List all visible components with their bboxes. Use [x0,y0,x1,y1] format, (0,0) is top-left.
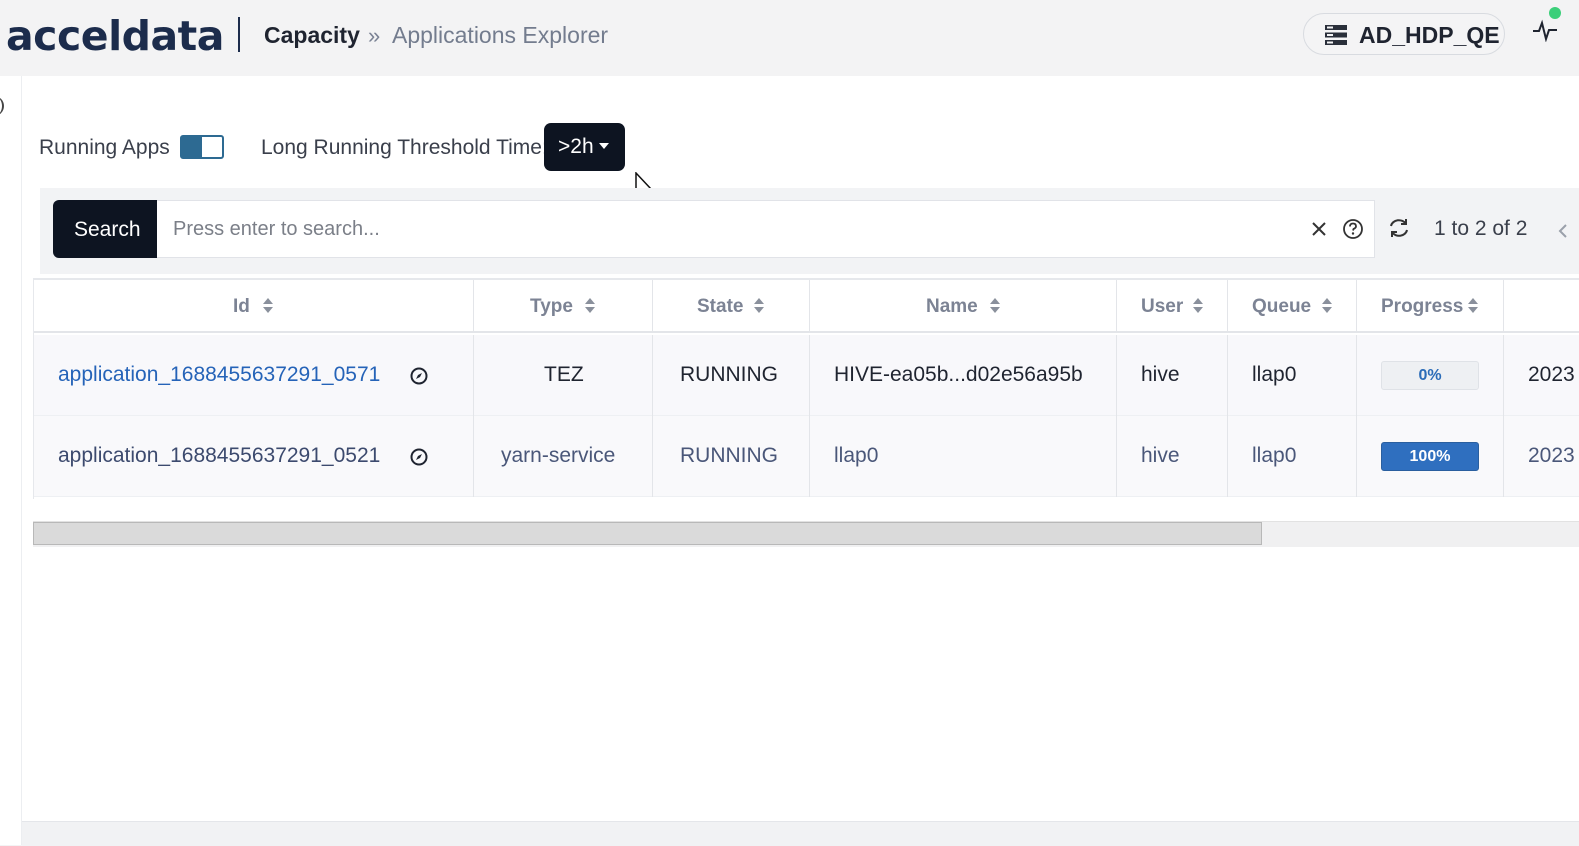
cell-progress: 0% [1357,335,1504,416]
start-time-value: 2023 [1528,363,1575,386]
sort-icon [754,298,764,314]
sort-icon [263,298,273,314]
progress-bar: 100% [1381,442,1479,471]
threshold-value: >2h [558,135,594,158]
column-header-type[interactable]: Type [474,280,653,333]
progress-label: 0% [1418,367,1442,384]
cell-queue: llap0 [1228,335,1357,416]
threshold-dropdown[interactable]: >2h [544,123,625,171]
search-input[interactable] [157,200,1375,258]
sort-icon [1193,298,1203,314]
column-header-user[interactable]: User [1117,280,1228,333]
column-label: Progress [1381,296,1464,317]
header-divider [238,17,240,52]
column-label: Name [926,296,978,317]
cell-name: llap0 [810,416,1117,497]
column-label: State [697,296,744,317]
column-header-start-time[interactable] [1504,280,1579,333]
sort-icon [1468,298,1478,314]
clear-icon[interactable] [1310,220,1328,243]
breadcrumb-capacity[interactable]: Capacity [264,22,360,49]
user-value: hive [1141,444,1180,467]
progress-bar: 0% [1381,361,1479,390]
running-apps-toggle[interactable] [180,135,224,159]
cluster-selector[interactable]: AD_HDP_QE [1303,13,1505,55]
compass-icon[interactable] [409,366,429,391]
table-row[interactable]: application_1688455637291_0521 yarn-serv… [34,416,1579,497]
cell-user: hive [1117,416,1228,497]
column-header-id[interactable]: Id [34,280,474,333]
column-label: Type [530,296,573,317]
running-apps-label: Running Apps [39,136,170,159]
sort-icon [990,298,1000,314]
name-value: llap0 [834,444,879,467]
sort-icon [585,298,595,314]
application-id-link[interactable]: application_1688455637291_0571 [58,363,380,387]
refresh-icon[interactable] [1387,217,1411,244]
footer-strip [22,821,1579,846]
column-header-progress[interactable]: Progress [1357,280,1504,333]
type-value: yarn-service [501,444,616,467]
cell-name: HIVE-ea05b...d02e56a95b [810,335,1117,416]
column-header-name[interactable]: Name [810,280,1117,333]
user-value: hive [1141,363,1180,386]
breadcrumb-current-page: Applications Explorer [392,22,609,48]
cluster-name: AD_HDP_QE [1359,22,1500,48]
column-label: Queue [1252,296,1312,317]
compass-icon[interactable] [409,447,429,472]
cell-state: RUNNING [653,416,810,497]
sidebar-edge [0,76,22,845]
cell-progress: 100% [1357,416,1504,497]
chevron-left-icon[interactable] [1556,222,1568,245]
cell-state: RUNNING [653,335,810,416]
queue-value: llap0 [1252,444,1297,467]
applications-table: Id Type State Name User Queue Progress a… [33,278,1579,499]
column-label: User [1141,296,1184,317]
queue-value: llap0 [1252,363,1297,386]
top-bar: acceldata Capacity » Applications Explor… [0,0,1579,76]
column-label: Id [233,296,250,317]
caret-down-icon [598,142,609,149]
pagination-info: 1 to 2 of 2 [1434,217,1528,240]
search-button[interactable]: Search [53,200,157,258]
cell-start-time: 2023 [1504,416,1579,497]
table-row[interactable]: application_1688455637291_0571 TEZ RUNNI… [34,335,1579,416]
cell-queue: llap0 [1228,416,1357,497]
state-value: RUNNING [680,444,778,467]
cell-id: application_1688455637291_0521 [34,416,474,497]
cell-user: hive [1117,335,1228,416]
pulse-icon[interactable] [1532,18,1558,47]
cell-start-time: 2023 [1504,335,1579,416]
toggle-knob [182,137,202,157]
acceldata-logo[interactable]: acceldata [6,12,224,60]
column-header-queue[interactable]: Queue [1228,280,1357,333]
start-time-value: 2023 [1528,444,1575,467]
scrollbar-thumb[interactable] [33,522,1262,545]
cell-type: yarn-service [474,416,653,497]
threshold-label: Long Running Threshold Time: [261,136,548,159]
type-value: TEZ [544,363,584,386]
progress-label: 100% [1409,448,1451,465]
server-icon [1324,24,1348,51]
help-icon[interactable] [1342,218,1364,245]
cell-id: application_1688455637291_0571 [34,335,474,416]
column-header-state[interactable]: State [653,280,810,333]
cell-type: TEZ [474,335,653,416]
sort-icon [1322,298,1332,314]
application-id-link[interactable]: application_1688455637291_0521 [58,444,380,468]
state-value: RUNNING [680,363,778,386]
horizontal-scrollbar[interactable] [33,521,1579,547]
breadcrumb-separator: » [368,23,381,48]
name-value: HIVE-ea05b...d02e56a95b [834,363,1083,386]
status-indicator-dot [1549,7,1561,19]
